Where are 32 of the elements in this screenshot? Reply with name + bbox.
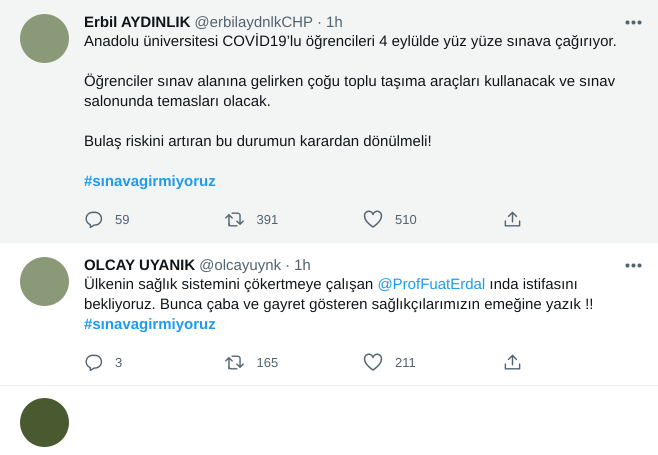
tweet-text: Ülkenin sağlık sistemini çökertmeye çalışan @ProfFuatErdal ında istifasını bekliyoruz. Bunca çaba ve gayret gösteren sağlıkçılarımızın emeğine yazık !! #sınavagirmiyoruz <box>84 275 594 335</box>
more-icon[interactable] <box>625 262 642 268</box>
separator-dot: · <box>285 256 290 274</box>
reply-count: 59 <box>115 212 130 226</box>
tweet-time[interactable]: 1h <box>326 14 343 30</box>
heart-icon[interactable] <box>363 210 383 228</box>
retweet-icon[interactable] <box>224 210 244 228</box>
share-icon[interactable] <box>502 210 522 228</box>
more-icon[interactable] <box>625 20 642 24</box>
tweet-link[interactable]: @ProfFuatErdal <box>377 276 486 293</box>
author-name[interactable]: Erbil AYDINLIK <box>84 14 190 30</box>
tweet-text: Bulaş riskini artıran bu durumun karardan dönülmeli! <box>84 132 433 152</box>
tweet-card[interactable] <box>0 0 658 243</box>
like-count: 510 <box>395 212 417 226</box>
author-handle: @erbilaydnlkCHP <box>194 14 314 30</box>
tweet-text: Anadolu üniversitesi COVİD19’lu öğrencileri 4 eylülde yüz yüze sınava çağırıyor. <box>84 32 618 52</box>
author-name[interactable]: OLCAY UYANIK <box>84 256 196 274</box>
tweet-link[interactable]: #sınavagirmiyoruz <box>84 316 216 333</box>
reply-icon[interactable] <box>84 210 103 228</box>
reply-count: 3 <box>115 354 122 370</box>
like-count: 211 <box>395 354 416 370</box>
tweet-text: Öğrenciler sınav alanına gelirken çoğu toplu taşıma araçları kullanacak ve sınav salonunda temasları olacak. <box>84 72 616 112</box>
retweet-icon[interactable] <box>224 352 244 372</box>
retweet-count: 165 <box>256 354 278 370</box>
retweet-count: 391 <box>256 212 278 226</box>
separator-dot: · <box>317 14 322 30</box>
heart-icon[interactable] <box>363 352 383 372</box>
reply-icon[interactable] <box>84 352 103 372</box>
author-handle: @olcayuynk <box>199 256 282 274</box>
share-icon[interactable] <box>502 352 522 372</box>
avatar-photo-placeholder[interactable] <box>20 398 69 447</box>
tweet-time[interactable]: 1h <box>294 256 311 274</box>
